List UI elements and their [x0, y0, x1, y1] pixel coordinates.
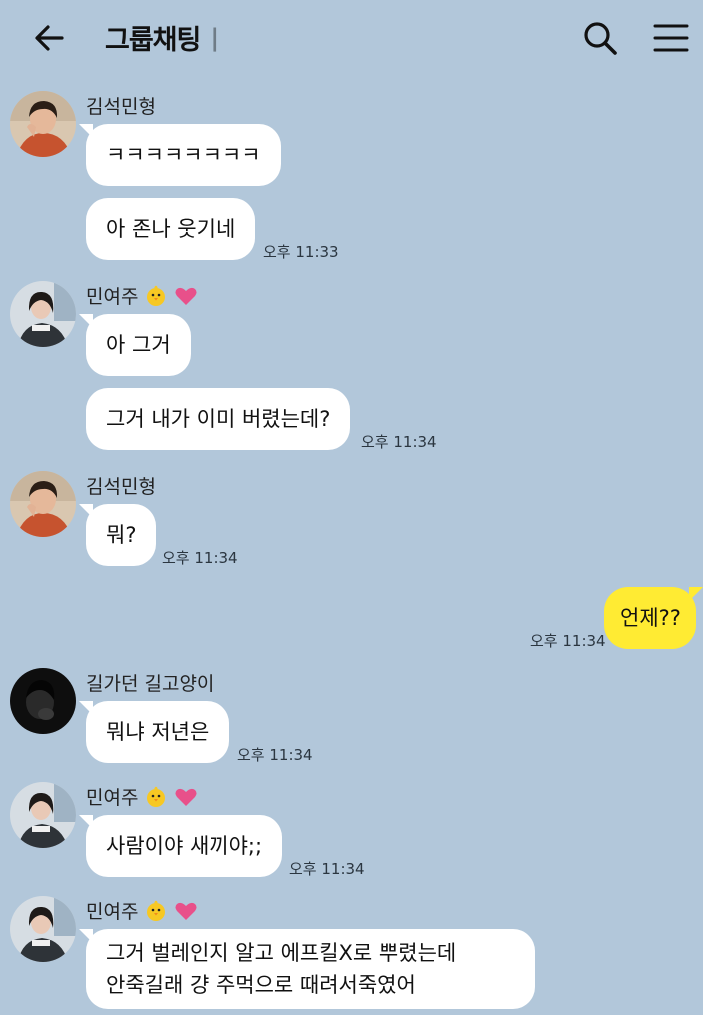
avatar[interactable]: [10, 782, 76, 848]
message-time: 오후 11:34: [289, 860, 365, 878]
message-bubble[interactable]: 아 그거: [79, 314, 191, 376]
message-time: 오후 11:34: [530, 632, 606, 650]
message-bubble[interactable]: 사람이야 새끼야;;: [78, 815, 283, 877]
avatar[interactable]: [10, 281, 76, 347]
message-time: 오후 11:34: [361, 433, 437, 451]
message-bubble[interactable]: ㅋㅋㅋㅋㅋㅋㅋㅋ: [79, 124, 281, 186]
sender-name: 민여주: [86, 787, 139, 809]
sender-name-row: 민여주: [86, 897, 198, 924]
sender-name: 민여주: [86, 286, 139, 308]
avatar[interactable]: [10, 896, 76, 962]
message-bubble[interactable]: 그거 내가 이미 버렸는데?: [86, 388, 351, 450]
sender-name-row: 민여주: [86, 282, 198, 309]
message-time: 오후 11:34: [162, 549, 238, 567]
chick-icon: [147, 786, 166, 807]
message-bubble[interactable]: 뭐?: [78, 504, 157, 566]
message-bubble[interactable]: 아 존나 웃기네: [86, 198, 256, 260]
heart-icon: [175, 902, 197, 920]
message-time: 오후 11:33: [263, 243, 339, 261]
my-message-bubble[interactable]: 언제??: [604, 587, 703, 649]
message-list[interactable]: 김석민형 ㅋㅋㅋㅋㅋㅋㅋㅋ 아 존나 웃기네 오후 11:33 민여주 아 그거…: [0, 0, 703, 1015]
sender-name: 김석민형: [86, 476, 156, 498]
avatar[interactable]: [10, 668, 76, 734]
chick-icon: [147, 285, 166, 306]
sender-name: 민여주: [86, 901, 139, 923]
message-line: 안죽길래 걍 주먹으로 때려서죽였어: [106, 973, 416, 997]
message-line: 그거 벌레인지 알고 에프킬X로 뿌렸는데: [106, 941, 457, 965]
sender-name: 김석민형: [86, 96, 156, 118]
chick-icon: [147, 900, 166, 921]
message-bubble[interactable]: 뭐냐 저년은: [78, 701, 230, 763]
sender-name-row: 민여주: [86, 783, 198, 810]
sender-name: 길가던 길고양이: [86, 673, 215, 695]
heart-icon: [175, 287, 197, 305]
message-time: 오후 11:34: [237, 746, 313, 764]
avatar[interactable]: [10, 471, 76, 537]
avatar[interactable]: [10, 91, 76, 157]
message-bubble[interactable]: 그거 벌레인지 알고 에프킬X로 뿌렸는데 안죽길래 걍 주먹으로 때려서죽였어: [79, 929, 535, 1009]
heart-icon: [175, 788, 197, 806]
